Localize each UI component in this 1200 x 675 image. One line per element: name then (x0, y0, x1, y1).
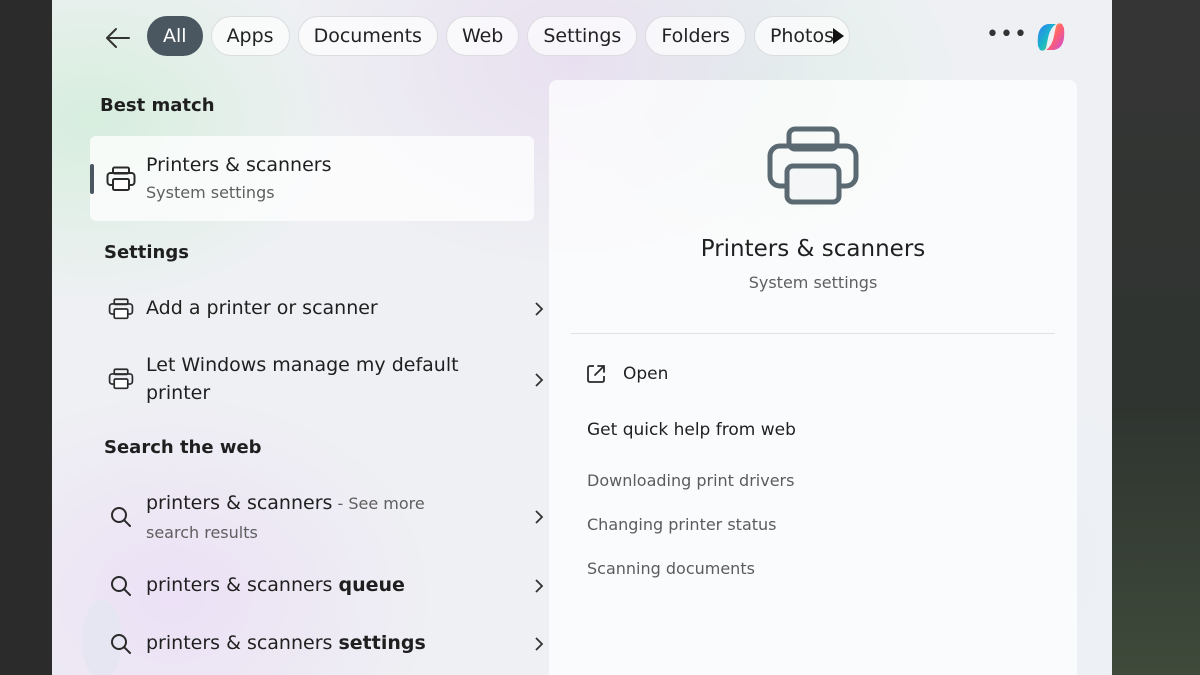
web-query-bold: settings (338, 632, 426, 654)
printer-icon (108, 298, 134, 320)
web-result-queue[interactable]: printers & scanners queue (90, 560, 544, 612)
help-link-drivers[interactable]: Downloading print drivers (587, 471, 794, 490)
web-result-line2: search results (146, 523, 258, 542)
best-match-title: Printers & scanners (146, 154, 332, 176)
back-arrow-icon (106, 28, 130, 48)
best-match-heading: Best match (100, 95, 215, 116)
filter-tabs: All Apps Documents Web Settings Folders … (147, 16, 851, 56)
best-match-result[interactable]: Printers & scanners System settings (90, 136, 534, 221)
search-icon (111, 576, 131, 596)
tab-all[interactable]: All (147, 16, 203, 56)
settings-item-label-line2: printer (146, 382, 211, 404)
settings-heading: Settings (104, 242, 189, 263)
detail-pane: Printers & scanners System settings Open… (549, 80, 1077, 675)
web-result-label: printers & scanners settings (146, 632, 426, 654)
tab-apps[interactable]: Apps (210, 16, 290, 56)
search-web-heading: Search the web (104, 437, 262, 458)
settings-item-label: Add a printer or scanner (146, 297, 378, 319)
chevron-right-icon (535, 510, 544, 524)
see-more-suffix: - See more (332, 494, 425, 513)
chevron-right-icon (535, 579, 544, 593)
printer-icon (108, 368, 134, 390)
tab-web[interactable]: Web (445, 16, 520, 56)
web-query-bold: queue (338, 574, 405, 596)
chevron-right-icon (535, 373, 544, 387)
settings-item-add-printer[interactable]: Add a printer or scanner (90, 282, 544, 336)
play-icon[interactable] (833, 28, 844, 44)
web-query: printers & scanners (146, 632, 333, 654)
open-button[interactable]: Open (585, 360, 668, 388)
tab-documents[interactable]: Documents (297, 16, 438, 56)
web-result-label: printers & scanners queue (146, 574, 405, 596)
background-right (1112, 0, 1200, 675)
printer-large-icon (767, 126, 859, 205)
chevron-right-icon (535, 302, 544, 316)
search-icon (111, 634, 131, 654)
back-button[interactable] (100, 20, 136, 56)
web-result-settings[interactable]: printers & scanners settings (90, 618, 544, 670)
settings-item-default-printer[interactable]: Let Windows manage my default printer (90, 346, 544, 414)
best-match-subtitle: System settings (146, 183, 275, 202)
help-link-scanning[interactable]: Scanning documents (587, 559, 755, 578)
more-icon[interactable]: ••• (986, 22, 1028, 47)
open-external-icon (587, 365, 605, 383)
divider (571, 333, 1055, 334)
chevron-right-icon (535, 637, 544, 651)
tab-settings[interactable]: Settings (527, 16, 638, 56)
search-window: All Apps Documents Web Settings Folders … (52, 0, 1112, 675)
quick-help-heading: Get quick help from web (587, 420, 796, 440)
web-query: printers & scanners (146, 492, 333, 514)
copilot-icon[interactable] (1030, 16, 1072, 58)
tab-folders[interactable]: Folders (645, 16, 746, 56)
printer-icon (106, 166, 136, 191)
selection-indicator (90, 164, 94, 194)
web-result-label: printers & scanners - See more (146, 492, 425, 514)
web-query: printers & scanners (146, 574, 333, 596)
help-link-printer-status[interactable]: Changing printer status (587, 515, 777, 534)
search-icon (111, 507, 131, 527)
open-label: Open (623, 364, 669, 384)
detail-subtitle: System settings (748, 273, 878, 292)
web-result-see-more[interactable]: printers & scanners - See more search re… (90, 480, 544, 554)
detail-title: Printers & scanners (700, 236, 926, 262)
settings-item-label-line1: Let Windows manage my default (146, 354, 459, 376)
